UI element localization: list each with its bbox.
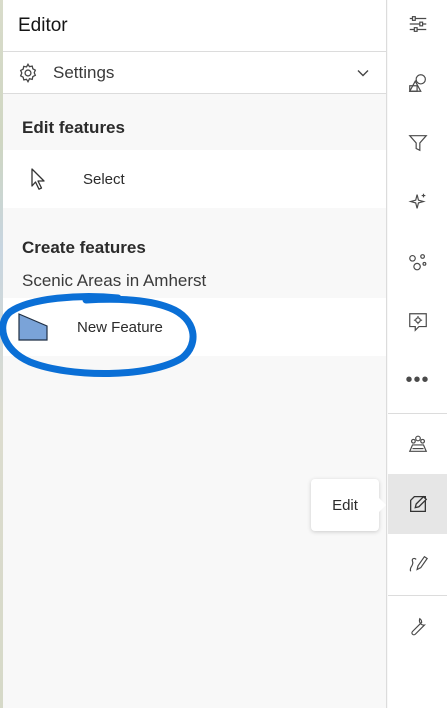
layer-name: Scenic Areas in Amherst <box>22 271 207 290</box>
filter-icon <box>407 135 428 152</box>
actionbar-gear-chat[interactable] <box>388 292 447 352</box>
map-layers-icon <box>408 435 427 452</box>
actionbar-sketch[interactable] <box>388 534 447 594</box>
edit-features-heading: Edit features <box>22 118 125 137</box>
actionbar-wrench[interactable] <box>388 596 447 656</box>
cursor-icon <box>29 167 49 191</box>
polygon-icon <box>17 312 49 342</box>
more-icon: ••• <box>405 369 430 391</box>
tooltip-text: Edit <box>332 496 358 514</box>
sketch-icon <box>409 555 428 572</box>
edit-icon <box>409 495 427 512</box>
actionbar-edit[interactable] <box>388 474 447 534</box>
sparkle-icon <box>407 193 426 209</box>
actionbar-map-layers[interactable] <box>388 414 447 474</box>
settings-toggle[interactable]: Settings <box>3 52 386 94</box>
select-label: Select <box>83 170 125 188</box>
editor-title: Editor <box>18 14 68 36</box>
gear-chat-icon <box>408 313 427 332</box>
actionbar-filter[interactable] <box>388 113 447 173</box>
action-bar: ••• <box>388 0 447 708</box>
basemap-icon <box>408 74 426 92</box>
actionbar-more[interactable]: ••• <box>388 354 447 414</box>
settings-label: Settings <box>53 62 115 82</box>
wrench-icon <box>410 617 426 636</box>
edit-tooltip: Edit <box>311 479 386 531</box>
new-feature-template[interactable]: New Feature <box>3 298 386 356</box>
actionbar-basemap[interactable] <box>388 53 447 113</box>
analysis-icon <box>408 254 426 271</box>
new-feature-label: New Feature <box>77 318 163 336</box>
sliders-icon <box>409 16 426 32</box>
select-tool[interactable]: Select <box>3 150 386 208</box>
actionbar-sparkle[interactable] <box>388 172 447 232</box>
editor-header: Editor <box>3 0 386 52</box>
create-features-heading: Create features <box>22 238 146 257</box>
chevron-down-icon <box>356 66 370 80</box>
editor-panel: Editor Settings Edit features Select Cre… <box>3 0 387 708</box>
actionbar-sliders[interactable] <box>388 0 447 54</box>
gear-icon <box>17 62 39 84</box>
actionbar-analysis[interactable] <box>388 232 447 292</box>
